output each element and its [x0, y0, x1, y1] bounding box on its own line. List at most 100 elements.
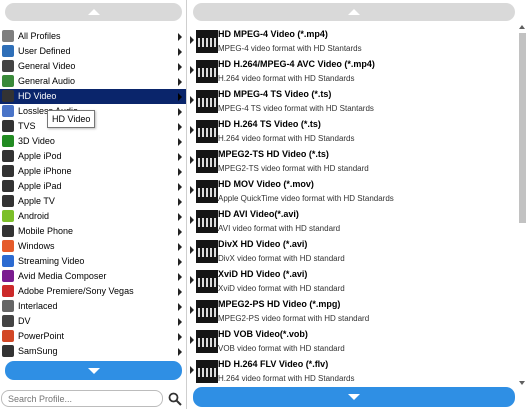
chevron-right-icon: [178, 108, 182, 116]
format-description: H.264 video format with HD Standards: [218, 74, 355, 83]
profile-item[interactable]: Android: [0, 209, 186, 224]
chevron-right-icon: [190, 336, 194, 344]
search-profile-input[interactable]: [1, 390, 163, 407]
chevron-right-icon: [178, 288, 182, 296]
category-scroll-down-button[interactable]: [5, 361, 182, 380]
profile-item[interactable]: HD Video: [0, 89, 186, 104]
format-item[interactable]: MPEG2-TS HD Video (*.ts) MPEG2-TS video f…: [188, 147, 517, 177]
scrollbar-up-arrow-icon[interactable]: [519, 25, 525, 29]
format-scrollbar[interactable]: [518, 25, 527, 385]
profile-item[interactable]: Apple TV: [0, 194, 186, 209]
format-item[interactable]: MPEG2-PS HD Video (*.mpg) MPEG2-PS video …: [188, 297, 517, 327]
chevron-right-icon: [178, 138, 182, 146]
profile-item[interactable]: Streaming Video: [0, 254, 186, 269]
music-note-icon: [2, 75, 14, 87]
profile-item[interactable]: DV: [0, 314, 186, 329]
format-description: DivX video format with HD standard: [218, 254, 345, 263]
hd-film-icon: [196, 150, 218, 173]
format-scroll-up-button[interactable]: [193, 3, 515, 21]
profile-item-label: All Profiles: [18, 31, 61, 41]
chevron-right-icon: [190, 276, 194, 284]
chevron-right-icon: [190, 66, 194, 74]
profile-item[interactable]: Interlaced: [0, 299, 186, 314]
profile-item[interactable]: General Video: [0, 59, 186, 74]
hd-film-icon: [196, 300, 218, 323]
format-item[interactable]: HD AVI Video(*.avi) AVI video format with…: [188, 207, 517, 237]
chevron-right-icon: [178, 258, 182, 266]
profile-item[interactable]: General Audio: [0, 74, 186, 89]
hd-film-icon: [196, 60, 218, 83]
profile-item[interactable]: Windows: [0, 239, 186, 254]
profile-item[interactable]: SamSung: [0, 344, 186, 359]
format-item[interactable]: HD H.264 TS Video (*.ts) H.264 video form…: [188, 117, 517, 147]
film-icon: [2, 60, 14, 72]
profile-item[interactable]: User Defined: [0, 44, 186, 59]
format-description: AVI video format with HD standard: [218, 224, 341, 233]
format-title: MPEG2-PS HD Video (*.mpg): [218, 299, 341, 309]
format-title: DivX HD Video (*.avi): [218, 239, 308, 249]
format-title: HD MOV Video (*.mov): [218, 179, 314, 189]
chevron-right-icon: [178, 63, 182, 71]
hd-film-icon: [196, 90, 218, 113]
format-scroll-down-button[interactable]: [193, 387, 515, 407]
chevron-right-icon: [178, 183, 182, 191]
scrollbar-down-arrow-icon[interactable]: [519, 381, 525, 385]
profile-item[interactable]: Apple iPad: [0, 179, 186, 194]
profile-item[interactable]: Mobile Phone: [0, 224, 186, 239]
chevron-down-icon: [87, 367, 100, 374]
search-icon[interactable]: [168, 392, 182, 406]
profile-item-label: Streaming Video: [18, 256, 85, 266]
tooltip: HD Video: [47, 110, 96, 128]
profile-item-label: General Video: [18, 61, 76, 71]
chevron-right-icon: [178, 228, 182, 236]
format-item[interactable]: HD H.264 FLV Video (*.flv) H.264 video fo…: [188, 357, 517, 387]
ipad-icon: [2, 180, 14, 192]
chevron-right-icon: [178, 198, 182, 206]
scrollbar-thumb[interactable]: [519, 33, 526, 223]
chevron-right-icon: [178, 168, 182, 176]
format-title: HD AVI Video(*.avi): [218, 209, 299, 219]
profile-item[interactable]: PowerPoint: [0, 329, 186, 344]
chevron-right-icon: [190, 366, 194, 374]
profile-item-label: General Audio: [18, 76, 76, 86]
profile-category-pane: All Profiles User Defined General Video Gen…: [0, 0, 187, 409]
profile-item-label: Apple TV: [18, 196, 55, 206]
profile-folder-icon: [2, 30, 14, 42]
profile-item[interactable]: All Profiles: [0, 29, 186, 44]
format-description: Apple QuickTime video format with HD Sta…: [218, 194, 394, 203]
3d-icon: [2, 135, 14, 147]
format-item[interactable]: XviD HD Video (*.avi) XviD video format w…: [188, 267, 517, 297]
format-item[interactable]: HD MPEG-4 TS Video (*.ts) MPEG-4 TS video…: [188, 87, 517, 117]
hd-film-icon: [196, 210, 218, 233]
chevron-right-icon: [178, 93, 182, 101]
chevron-down-icon: [348, 394, 360, 400]
profile-item[interactable]: Apple iPod: [0, 149, 186, 164]
chevron-right-icon: [178, 333, 182, 341]
format-title: HD H.264/MPEG-4 AVC Video (*.mp4): [218, 59, 375, 69]
powerpoint-icon: [2, 330, 14, 342]
chevron-right-icon: [178, 153, 182, 161]
hd-film-icon: [196, 240, 218, 263]
format-title: XviD HD Video (*.avi): [218, 269, 308, 279]
chevron-right-icon: [178, 48, 182, 56]
profile-item[interactable]: 3D Video: [0, 134, 186, 149]
format-item[interactable]: HD VOB Video(*.vob) VOB video format with…: [188, 327, 517, 357]
profile-item-label: Apple iPad: [18, 181, 62, 191]
format-item[interactable]: HD MPEG-4 Video (*.mp4) MPEG-4 video form…: [188, 27, 517, 57]
profile-item[interactable]: Avid Media Composer: [0, 269, 186, 284]
dv-icon: [2, 315, 14, 327]
profile-item-label: SamSung: [18, 346, 58, 356]
profile-item[interactable]: Adobe Premiere/Sony Vegas: [0, 284, 186, 299]
format-item[interactable]: HD H.264/MPEG-4 AVC Video (*.mp4) H.264 v…: [188, 57, 517, 87]
ipod-icon: [2, 150, 14, 162]
chevron-right-icon: [178, 303, 182, 311]
windows-icon: [2, 240, 14, 252]
chevron-right-icon: [178, 273, 182, 281]
category-scroll-up-button[interactable]: [5, 3, 182, 21]
format-title: HD MPEG-4 Video (*.mp4): [218, 29, 328, 39]
profile-item[interactable]: Apple iPhone: [0, 164, 186, 179]
format-title: HD MPEG-4 TS Video (*.ts): [218, 89, 332, 99]
format-item[interactable]: HD MOV Video (*.mov) Apple QuickTime vide…: [188, 177, 517, 207]
format-item[interactable]: DivX HD Video (*.avi) DivX video format w…: [188, 237, 517, 267]
format-title: HD VOB Video(*.vob): [218, 329, 308, 339]
